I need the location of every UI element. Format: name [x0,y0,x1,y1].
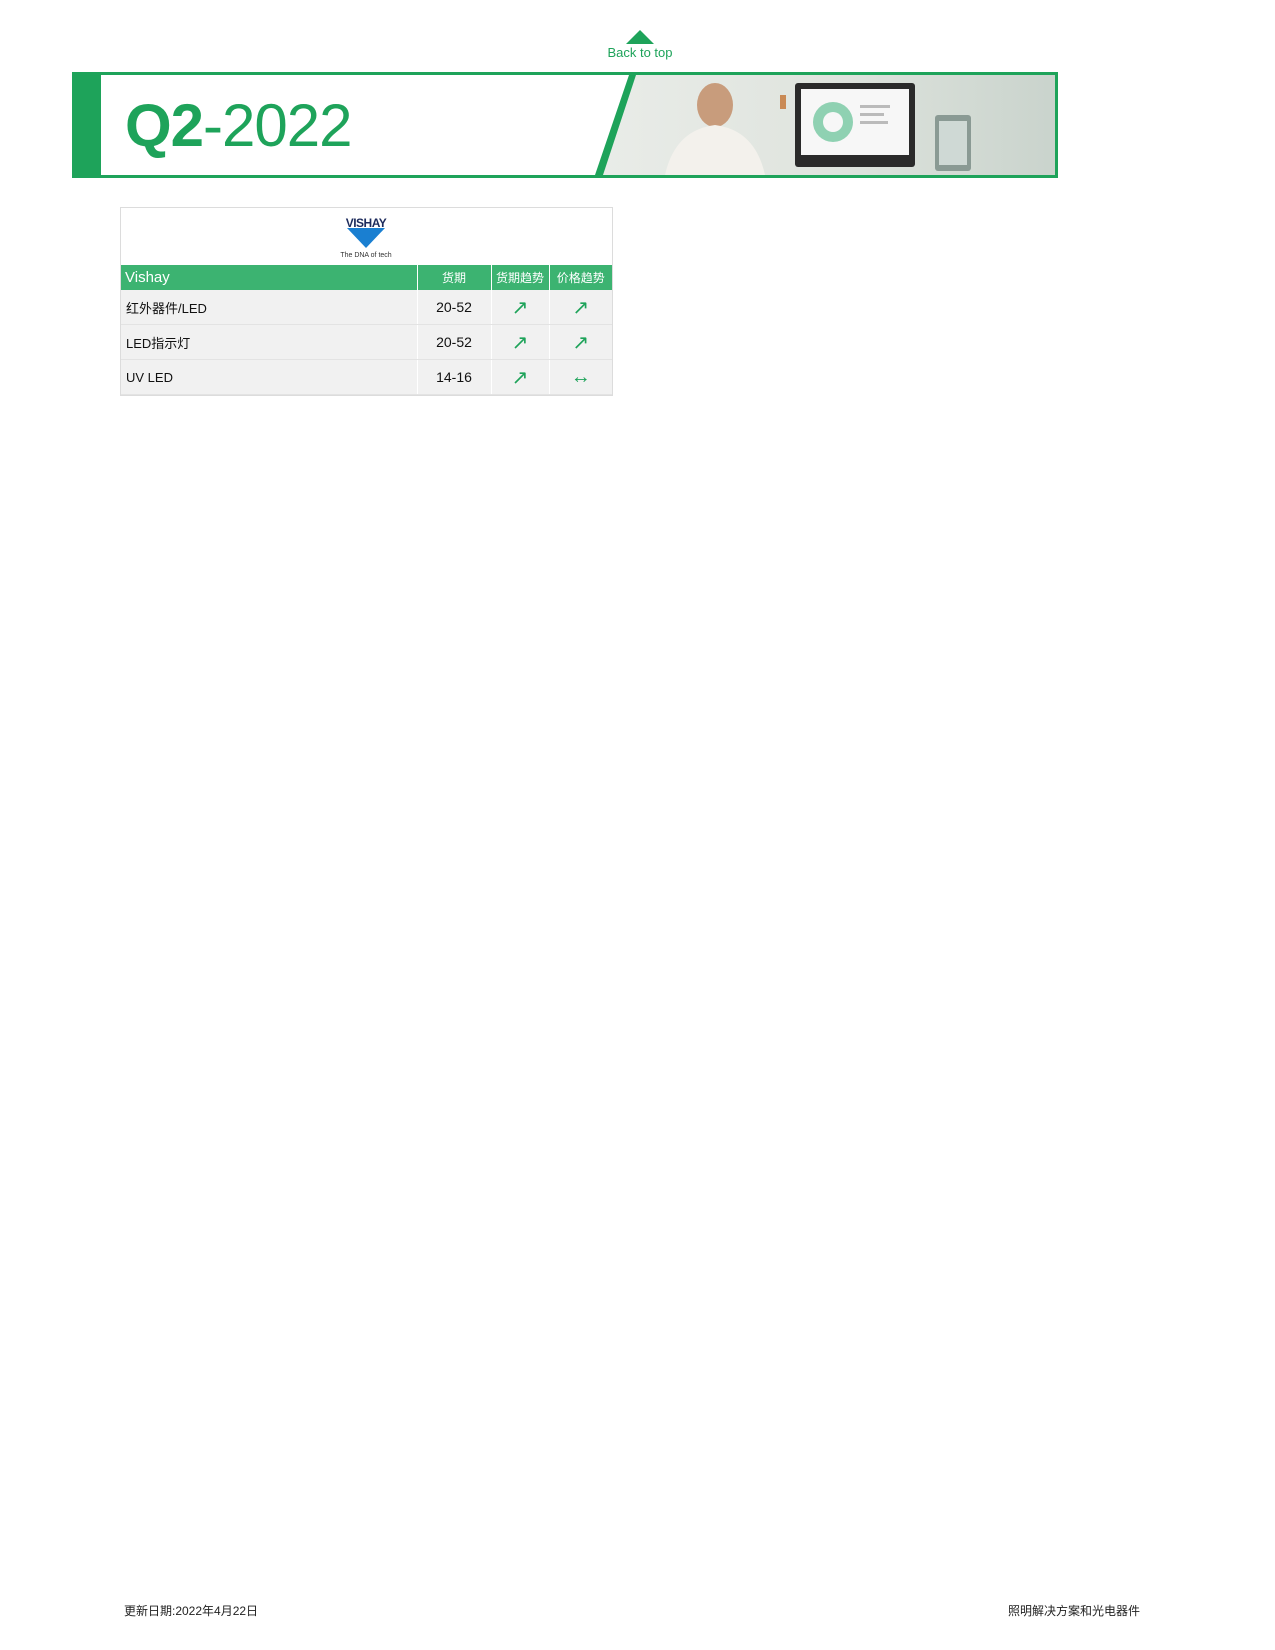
back-to-top-label: Back to top [607,45,673,60]
banner-stripe [75,75,101,175]
up-arrow-icon [626,30,654,44]
up-trend-icon: ↗ [549,324,612,360]
up-trend-icon: ↗ [491,290,550,325]
logo-wordmark: VISHAY [345,216,387,230]
title-year: -2022 [203,92,352,159]
lead-time-value: 20-52 [417,290,492,325]
footer-update-date: 更新日期:2022年4月22日 [124,1604,259,1618]
vishay-logo: VISHAY The DNA of tech [121,208,612,265]
header-lead-time: 货期 [417,265,492,290]
product-name: LED指示灯 [121,324,418,360]
banner-photo [595,75,1055,175]
header-supplier: Vishay [121,265,418,290]
lead-time-table: Vishay 货期 货期趋势 价格趋势 红外器件/LED 20-52 ↗ ↗ L… [121,265,612,395]
up-trend-icon: ↗ [491,324,550,360]
lead-time-value: 14-16 [417,359,492,395]
up-trend-icon: ↗ [549,290,612,325]
header-price-trend: 价格趋势 [549,265,612,290]
banner: Q2-2022 [72,72,1058,178]
table-header-row: Vishay 货期 货期趋势 价格趋势 [121,265,612,290]
footer-category: 照明解决方案和光电器件 [1008,1604,1141,1618]
table-row: LED指示灯 20-52 ↗ ↗ [121,324,612,360]
up-trend-icon: ↗ [491,359,550,395]
table-row: 红外器件/LED 20-52 ↗ ↗ [121,290,612,325]
back-to-top-link[interactable]: Back to top [600,30,680,62]
product-name: 红外器件/LED [121,290,418,325]
table-row: UV LED 14-16 ↗ ↔ [121,359,612,395]
product-name: UV LED [121,359,418,395]
title-quarter: Q2 [125,92,204,159]
stable-trend-icon: ↔ [549,359,612,395]
supplier-card: VISHAY The DNA of tech Vishay 货期 货期趋势 价格… [120,207,613,396]
page-title: Q2-2022 [125,91,353,161]
lead-time-value: 20-52 [417,324,492,360]
header-lead-trend: 货期趋势 [491,265,550,290]
logo-tagline: The DNA of tech [340,252,392,259]
